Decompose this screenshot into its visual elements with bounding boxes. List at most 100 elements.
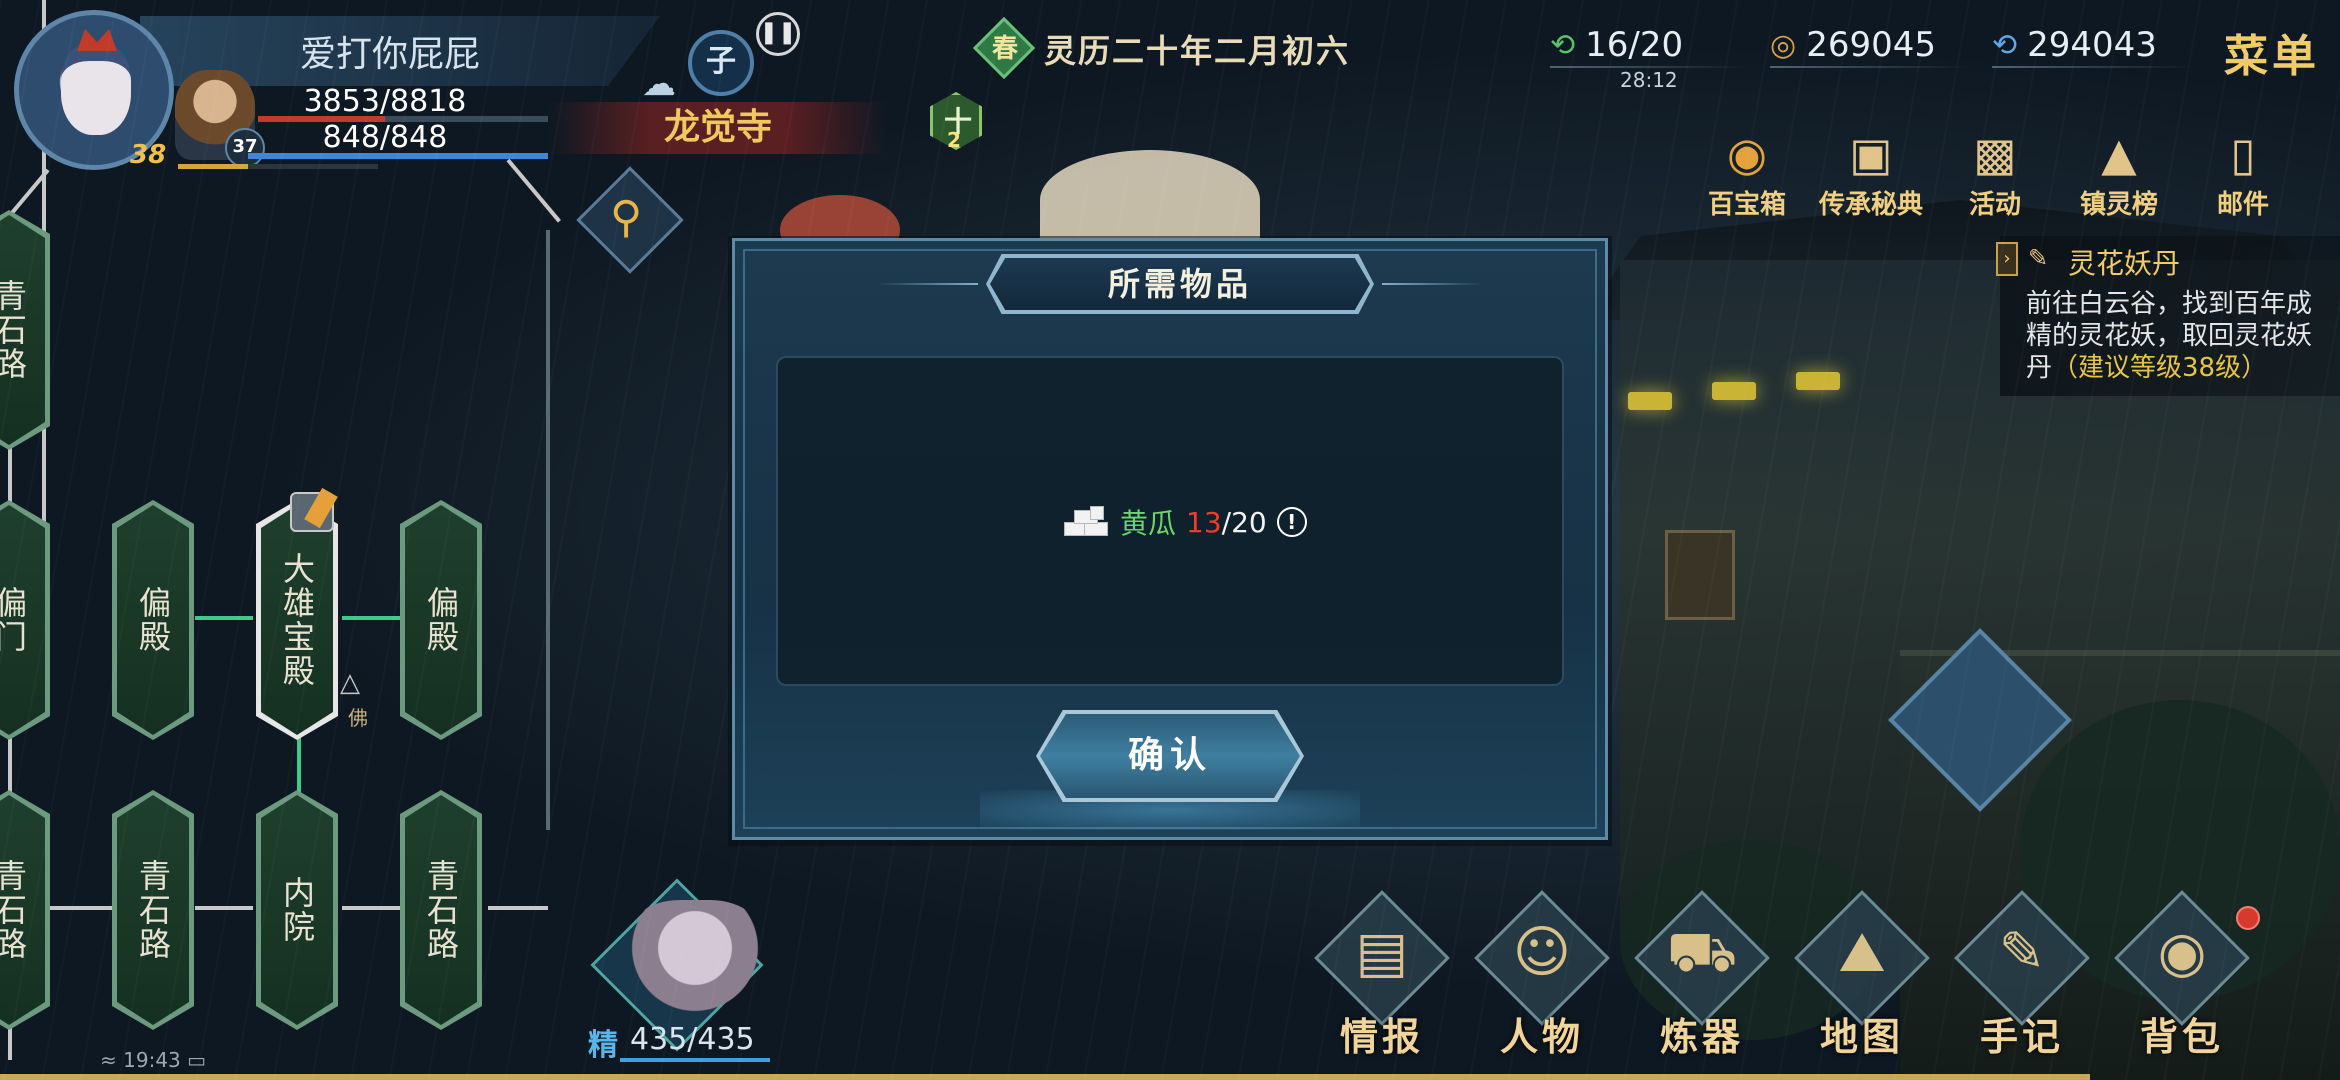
zodiac-hour-badge[interactable]: 子 bbox=[688, 30, 754, 96]
function-label: 活动 bbox=[1968, 190, 2021, 220]
function-label: 邮件 bbox=[2216, 190, 2269, 220]
forge-button[interactable]: ⛟ 炼器 bbox=[1632, 890, 1772, 1070]
map-node-qingshi-lu[interactable]: 青石路 bbox=[0, 790, 50, 1030]
quest-description: 前往白云谷，找到百年成精的灵花妖，取回灵花妖丹（建议等级38级） bbox=[2026, 288, 2336, 384]
menu-label: 人物 bbox=[1499, 1015, 1584, 1059]
inventory-button[interactable]: ◉ 背包 bbox=[2112, 890, 2252, 1070]
legacy-codex-button[interactable]: ▣ 传承秘典 bbox=[1816, 124, 1926, 224]
map-node-pian-dian[interactable]: 偏殿 bbox=[112, 500, 194, 740]
item-name: 黄瓜 bbox=[1120, 507, 1177, 540]
treasure-chest-button[interactable]: ◉ 百宝箱 bbox=[1692, 124, 1802, 224]
player-level: 38 bbox=[130, 140, 167, 170]
intel-button[interactable]: ▤ 情报 bbox=[1312, 890, 1452, 1070]
notes-button[interactable]: ✎ 手记 bbox=[1952, 890, 2092, 1070]
faded-notice bbox=[1040, 116, 1054, 162]
notes-icon: ✎ bbox=[1998, 920, 2046, 985]
stamina-value: 16/20 bbox=[1585, 25, 1684, 65]
map-path-active bbox=[195, 616, 253, 620]
coin-counter[interactable]: ◎ 269045 bbox=[1770, 22, 1936, 68]
quest-scroll-icon: ✎ bbox=[2028, 244, 2049, 272]
buddha-tag: 佛 bbox=[348, 706, 368, 730]
map-button[interactable]: ⛰ 地图 bbox=[1792, 890, 1932, 1070]
map-path bbox=[46, 906, 114, 910]
confirm-button-label[interactable]: 确认 bbox=[1040, 714, 1300, 798]
mp-bar-fill bbox=[248, 153, 548, 159]
game-date: 灵历二十年二月初六 bbox=[1044, 32, 1351, 70]
map-node-label: 青石路 bbox=[0, 859, 28, 961]
menu-label: 背包 bbox=[2139, 1015, 2224, 1059]
jade-value: 294043 bbox=[2027, 25, 2157, 65]
coin-icon: ◎ bbox=[1770, 27, 1797, 63]
lantern bbox=[1712, 382, 1756, 400]
avatar-face bbox=[61, 43, 131, 135]
character-button[interactable]: ☺ 人物 bbox=[1472, 890, 1612, 1070]
stamina-timer: 28:12 bbox=[1620, 68, 1678, 92]
buddha-icon: △ bbox=[340, 668, 360, 698]
scroll-icon: ▤ bbox=[1355, 920, 1409, 985]
map-path bbox=[342, 906, 400, 910]
map-node-qingshi-lu[interactable]: 青石路 bbox=[400, 790, 482, 1030]
mail-icon: ▯ bbox=[2230, 127, 2256, 181]
location-name: 龙觉寺 bbox=[548, 102, 888, 154]
crown-icon bbox=[77, 29, 117, 51]
menu-label: 手记 bbox=[1979, 1015, 2064, 1059]
spirit-value: 435/435 bbox=[630, 1022, 755, 1057]
function-label: 镇灵榜 bbox=[2079, 190, 2158, 220]
bag-icon: ◉ bbox=[2157, 920, 2207, 985]
buff-count: 2 bbox=[947, 128, 961, 152]
map-node-daxiong-baodian[interactable]: 大雄宝殿 bbox=[256, 500, 338, 740]
background-character bbox=[1040, 150, 1260, 250]
jade-counter[interactable]: ⟲ 294043 bbox=[1992, 22, 2157, 68]
map-node-label: 偏殿 bbox=[422, 586, 460, 654]
player-name: 爱打你屁屁 bbox=[299, 34, 480, 75]
quest-collapse-button[interactable]: › bbox=[1996, 242, 2018, 276]
menu-label: 炼器 bbox=[1659, 1015, 1744, 1059]
rain-cloud-icon: ☁ bbox=[642, 64, 676, 104]
dialog-title: 所需物品 bbox=[1107, 265, 1252, 303]
function-label: 百宝箱 bbox=[1707, 190, 1786, 220]
ranking-button[interactable]: ▲ 镇灵榜 bbox=[2064, 124, 2174, 224]
device-status: ≈ 19:43 ▭ bbox=[100, 1048, 207, 1072]
pause-button[interactable]: ❚❚ bbox=[756, 12, 800, 56]
xp-bar-fill bbox=[178, 164, 248, 169]
lantern bbox=[1796, 372, 1840, 390]
item-owned-count: 13 bbox=[1186, 505, 1222, 539]
map-node-qingshi-lu[interactable]: 青石路 bbox=[0, 210, 50, 450]
spirit-bar bbox=[620, 1058, 770, 1062]
map-path bbox=[488, 906, 548, 910]
map-path bbox=[195, 906, 253, 910]
menu-button[interactable]: 菜单 bbox=[2224, 20, 2320, 84]
title-ornament bbox=[1382, 283, 1482, 285]
map-path bbox=[546, 230, 550, 830]
stamina-counter[interactable]: ⟲ 16/20 bbox=[1550, 22, 1683, 68]
book-icon: ▣ bbox=[1849, 127, 1893, 181]
pagoda-icon: ▲ bbox=[2101, 127, 2137, 181]
info-icon[interactable]: ! bbox=[1276, 507, 1307, 537]
map-node-nei-yuan[interactable]: 内院 bbox=[256, 790, 338, 1030]
map-node-label: 内院 bbox=[278, 876, 316, 944]
map-node-label: 青石路 bbox=[422, 859, 460, 961]
map-node-qingshi-lu[interactable]: 青石路 bbox=[112, 790, 194, 1030]
map-path bbox=[506, 158, 561, 223]
map-node-label: 偏门 bbox=[0, 586, 28, 654]
mail-button[interactable]: ▯ 邮件 bbox=[2188, 124, 2298, 224]
divider bbox=[1770, 66, 1970, 68]
season-label: 春 bbox=[991, 34, 1018, 64]
required-item[interactable]: 黄瓜 13/20 ! bbox=[1060, 500, 1307, 544]
stamina-icon: ⟲ bbox=[1550, 27, 1576, 63]
quest-level-hint: （建议等级38级） bbox=[2052, 353, 2268, 383]
mp-value: 848/848 bbox=[322, 120, 448, 155]
character-icon: ☺ bbox=[1512, 920, 1572, 985]
menu-label: 情报 bbox=[1339, 1015, 1424, 1059]
function-label: 传承秘典 bbox=[1818, 190, 1923, 220]
map-path-active bbox=[297, 736, 301, 794]
treasure-chest-icon: ◉ bbox=[1726, 127, 1768, 181]
magnifier-icon: ⚲ bbox=[610, 192, 643, 243]
events-button[interactable]: ▩ 活动 bbox=[1940, 124, 2050, 224]
menu-label: 地图 bbox=[1819, 1015, 1904, 1059]
map-node-pian-dian[interactable]: 偏殿 bbox=[400, 500, 482, 740]
map-node-pian-men[interactable]: 偏门 bbox=[0, 500, 50, 740]
map-node-label: 青石路 bbox=[0, 279, 28, 381]
cauldron-icon: ⛟ bbox=[1666, 920, 1738, 985]
map-node-label: 青石路 bbox=[134, 859, 172, 961]
